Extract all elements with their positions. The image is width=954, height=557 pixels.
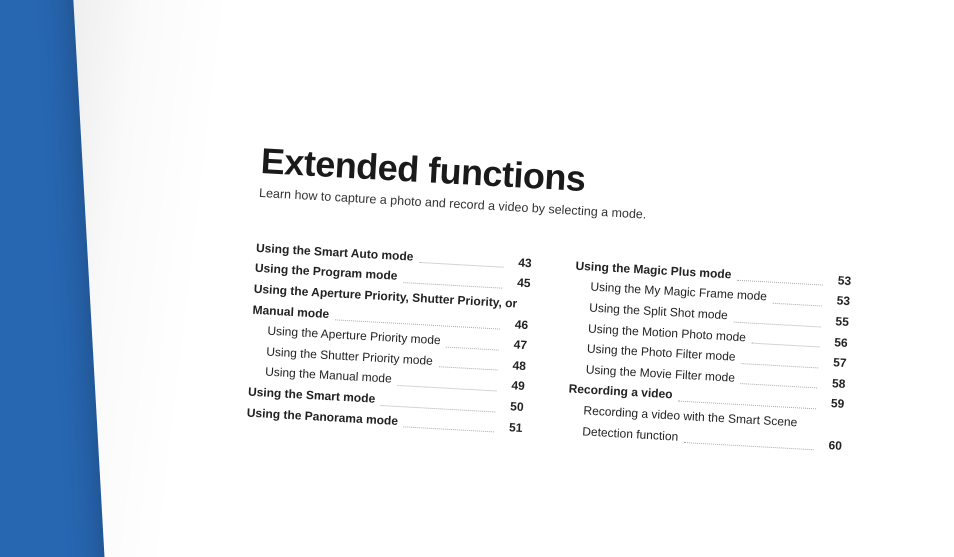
toc-leader — [438, 367, 497, 371]
toc-entry-page: 46 — [506, 315, 529, 335]
toc-entry-page: 58 — [823, 373, 846, 393]
toc-entry-page: 57 — [824, 353, 847, 373]
toc-entry-page: 49 — [502, 376, 525, 396]
toc-leader — [752, 343, 820, 348]
toc-entry-page: 56 — [825, 332, 848, 352]
toc-left-column: Using the Smart Auto mode43Using the Pro… — [246, 238, 532, 438]
toc-leader — [404, 426, 495, 432]
toc-entry-page: 59 — [822, 394, 845, 414]
toc-entry-page: 53 — [828, 291, 851, 311]
toc-entry-page: 60 — [819, 435, 842, 455]
toc-columns: Using the Smart Auto mode43Using the Pro… — [246, 238, 875, 458]
page-content: Extended functions Learn how to capture … — [246, 142, 881, 457]
toc-right-column: Using the Magic Plus mode53Using the My … — [566, 256, 852, 456]
toc-entry-page: 53 — [829, 271, 852, 291]
toc-entry-page: 43 — [509, 253, 532, 273]
toc-leader — [446, 346, 499, 350]
toc-entry-page: 50 — [501, 397, 524, 417]
toc-entry-page: 45 — [508, 273, 531, 293]
toc-leader — [741, 383, 818, 388]
toc-entry-page: 51 — [500, 417, 523, 437]
toc-entry-page: 47 — [505, 335, 528, 355]
stage: Extended functions Learn how to capture … — [0, 0, 954, 557]
toc-leader — [773, 303, 822, 307]
toc-leader — [741, 363, 818, 368]
toc-entry-page: 48 — [503, 356, 526, 376]
toc-entry-page: 55 — [826, 312, 849, 332]
